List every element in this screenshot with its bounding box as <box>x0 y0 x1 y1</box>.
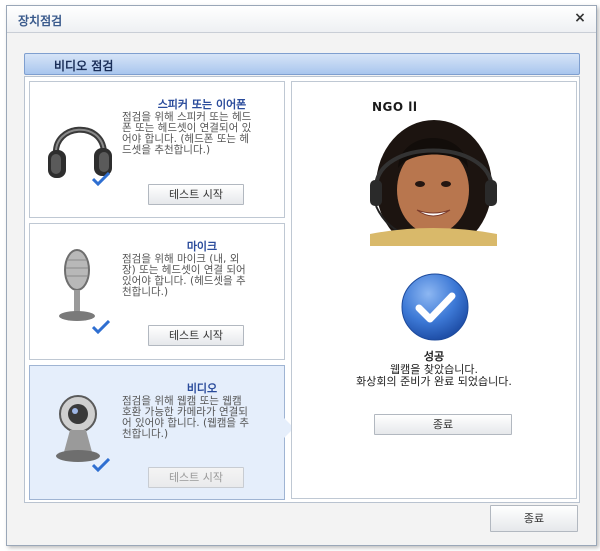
check-icon <box>92 458 110 472</box>
microphone-title: 마이크 <box>186 240 218 253</box>
speaker-test-button[interactable]: 테스트 시작 <box>148 184 244 205</box>
device-card-microphone: 마이크 점검을 위해 마이크 (내, 외 장) 또는 헤드셋이 연결 되어 있어… <box>29 223 285 360</box>
dialog-title: 장치점검 <box>18 14 63 28</box>
check-icon <box>92 172 110 186</box>
webcam-overlay-text: NGO ll <box>372 100 418 114</box>
video-test-button[interactable]: 테스트 시작 <box>148 467 244 488</box>
speaker-description: 점검을 위해 스피커 또는 헤드 폰 또는 헤드셋이 연결되어 있 어야 합니다… <box>122 111 252 156</box>
success-title: 성공 <box>423 350 445 363</box>
footer-close-button[interactable]: 종료 <box>490 505 578 532</box>
close-icon[interactable]: × <box>572 10 588 26</box>
section-header: 비디오 점검 <box>24 53 580 75</box>
section-title: 비디오 점검 <box>54 59 114 73</box>
speaker-title: 스피커 또는 이어폰 <box>157 98 247 111</box>
microphone-test-button[interactable]: 테스트 시작 <box>148 325 244 346</box>
video-description: 점검을 위해 웹캠 또는 웹캠 호환 가능한 카메라가 연결되 어 있어야 합니… <box>122 395 250 440</box>
result-close-button[interactable]: 종료 <box>374 414 512 435</box>
device-card-speaker: 스피커 또는 이어폰 점검을 위해 스피커 또는 헤드 폰 또는 헤드셋이 연결… <box>29 81 285 218</box>
webcam-preview: NGO ll <box>370 98 497 246</box>
result-panel: NGO ll 성공 웹캠을 찾았습니다. 화상회의 준비가 완료 되었습니다. <box>291 81 577 499</box>
title-bar[interactable]: 장치점검 × <box>7 6 596 33</box>
device-check-dialog: 장치점검 × 비디오 점검 스피커 또는 이어폰 점검을 위해 스피커 또는 헤… <box>6 5 597 546</box>
webcam-preview-image <box>370 98 497 246</box>
success-check-icon <box>401 273 469 341</box>
microphone-description: 점검을 위해 마이크 (내, 외 장) 또는 헤드셋이 연결 되어 있어야 합니… <box>122 253 246 298</box>
video-title: 비디오 <box>186 382 218 395</box>
content-frame: 스피커 또는 이어폰 점검을 위해 스피커 또는 헤드 폰 또는 헤드셋이 연결… <box>24 76 580 503</box>
success-message: 웹캠을 찾았습니다. 화상회의 준비가 완료 되었습니다. <box>356 363 512 388</box>
microphone-icon <box>59 249 95 321</box>
check-icon <box>92 320 110 334</box>
device-card-video: 비디오 점검을 위해 웹캠 또는 웹캠 호환 가능한 카메라가 연결되 어 있어… <box>29 365 294 500</box>
